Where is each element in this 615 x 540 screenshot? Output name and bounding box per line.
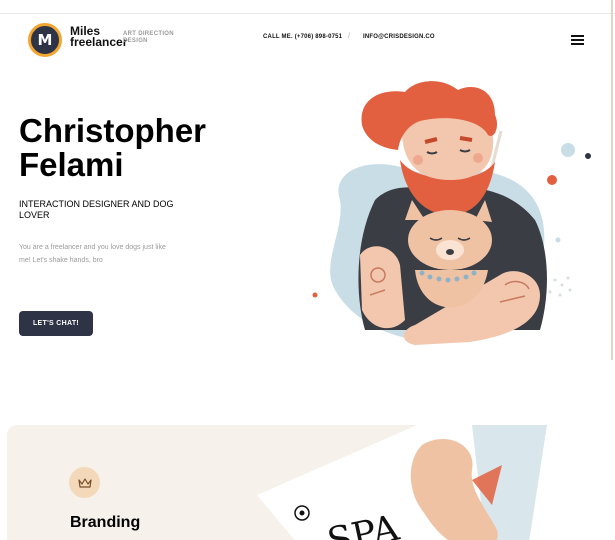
man-hugging-dog-illustration xyxy=(312,81,591,345)
hero-title: Christopher Felami xyxy=(19,112,207,183)
email-link[interactable]: INFO@CRISDESIGN.CO xyxy=(363,34,435,40)
lets-chat-button[interactable]: LET'S CHAT! xyxy=(19,311,93,336)
tagline-line-1: ART DIRECTION xyxy=(123,31,174,37)
service-card-branding[interactable]: Branding SPA xyxy=(7,425,608,540)
contact-separator: / xyxy=(348,33,350,40)
tagline: ART DIRECTION DESIGN xyxy=(123,31,174,45)
hero-role: INTERACTION DESIGNER AND DOG LOVER xyxy=(19,199,174,220)
page-edge-divider xyxy=(611,0,613,360)
service-title: Branding xyxy=(70,514,141,531)
brand-line-2: freelancer xyxy=(70,35,128,49)
phone-link[interactable]: CALL ME. (+706) 898-0751 xyxy=(263,34,342,40)
branding-artwork: SPA xyxy=(257,425,608,540)
hamburger-icon[interactable] xyxy=(571,35,584,45)
logo-letter: M xyxy=(37,31,53,49)
brand-name[interactable]: Miles freelancer xyxy=(70,25,128,49)
tagline-line-2: DESIGN xyxy=(123,38,148,44)
logo[interactable]: M xyxy=(28,23,62,57)
site-header: M Miles freelancer ART DIRECTION DESIGN … xyxy=(0,14,615,64)
hero-description: You are a freelancer and you love dogs j… xyxy=(19,244,166,264)
crown-icon xyxy=(69,467,100,498)
top-bar xyxy=(0,0,615,14)
